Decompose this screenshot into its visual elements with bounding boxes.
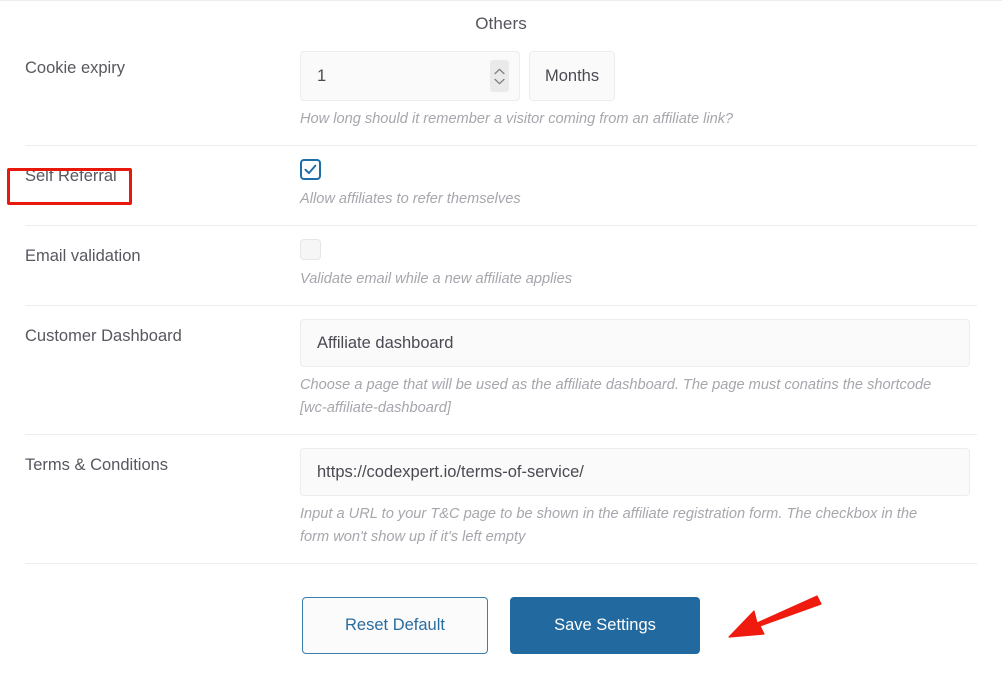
self-referral-help: Allow affiliates to refer themselves [300, 191, 521, 208]
chevron-down-icon [494, 78, 505, 84]
setting-label-terms-conditions: Terms & Conditions [25, 456, 169, 475]
action-bar: Reset Default Save Settings [0, 564, 1002, 655]
settings-panel: Others Cookie expiry 1 Months How long s… [0, 0, 1002, 694]
setting-label-self-referral: Self Referral [25, 167, 117, 186]
setting-field-email-validation: Validate email while a new affiliate app… [300, 226, 977, 305]
cookie-expiry-help: How long should it remember a visitor co… [300, 111, 734, 127]
customer-dashboard-input[interactable]: Affiliate dashboard [300, 319, 970, 368]
cookie-expiry-input[interactable]: 1 [300, 51, 520, 101]
check-icon [304, 164, 317, 175]
setting-label-cookie-expiry: Cookie expiry [25, 59, 125, 77]
save-settings-button[interactable]: Save Settings [510, 597, 700, 655]
cookie-expiry-unit[interactable]: Months [529, 51, 616, 101]
setting-field-customer-dashboard: Affiliate dashboard Choose a page that w… [300, 306, 977, 434]
setting-row-customer-dashboard: Customer Dashboard Affiliate dashboard C… [25, 306, 977, 436]
email-validation-checkbox[interactable] [300, 239, 321, 261]
terms-conditions-input[interactable]: https://codexpert.io/terms-of-service/ [300, 448, 970, 497]
customer-dashboard-help: Choose a page that will be used as the a… [300, 377, 932, 417]
reset-default-button[interactable]: Reset Default [302, 597, 488, 655]
setting-row-cookie-expiry: Cookie expiry 1 Months How long should i… [25, 38, 977, 147]
cookie-expiry-value: 1 [317, 66, 327, 85]
setting-row-self-referral: Self Referral Allow affiliates to refer … [25, 146, 977, 227]
cookie-expiry-stepper[interactable] [490, 60, 509, 92]
setting-row-email-validation: Email validation Validate email while a … [25, 226, 977, 307]
terms-conditions-help: Input a URL to your T&C page to be shown… [300, 506, 918, 546]
page-title: Others [475, 14, 527, 33]
setting-label-customer-dashboard: Customer Dashboard [25, 327, 182, 346]
setting-field-cookie-expiry: 1 Months How long should it remember a v… [300, 38, 977, 145]
email-validation-help: Validate email while a new affiliate app… [300, 271, 573, 288]
chevron-up-icon [494, 68, 505, 74]
self-referral-checkbox[interactable] [300, 159, 321, 181]
setting-field-self-referral: Allow affiliates to refer themselves [300, 146, 977, 225]
cookie-expiry-controls: 1 Months [300, 51, 977, 101]
setting-field-terms-conditions: https://codexpert.io/terms-of-service/ I… [300, 435, 977, 563]
setting-row-terms-conditions: Terms & Conditions https://codexpert.io/… [25, 435, 977, 565]
setting-label-email-validation: Email validation [25, 247, 141, 266]
